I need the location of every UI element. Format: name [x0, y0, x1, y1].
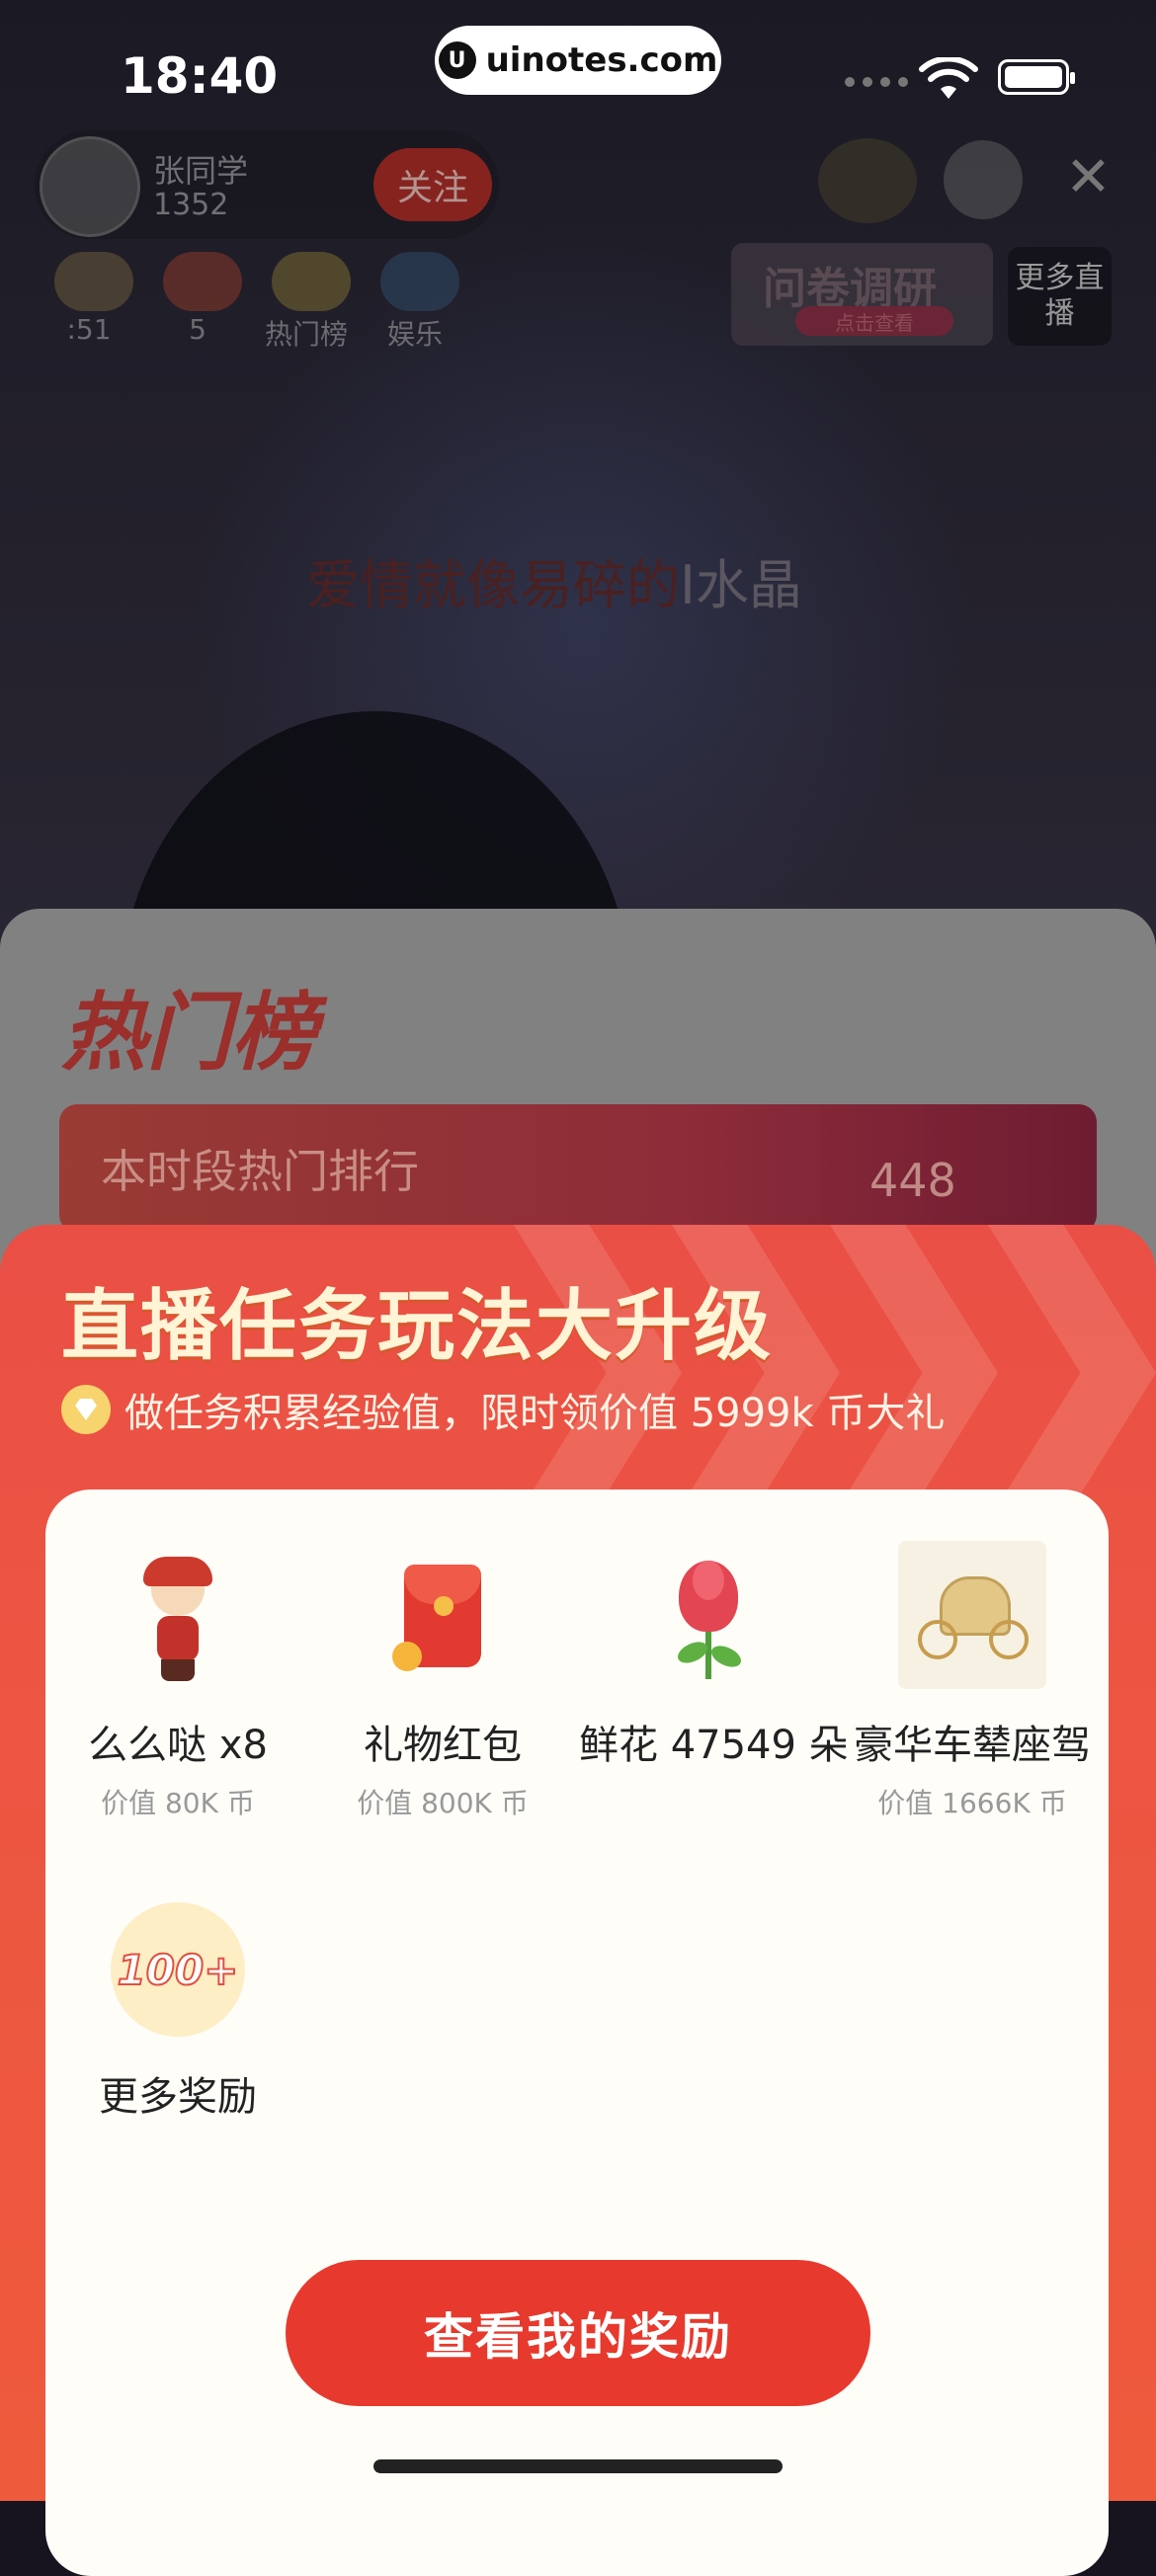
reward-item-more[interactable]: 100+ 更多奖励 [49, 1902, 306, 2122]
view-my-rewards-button[interactable]: 查看我的奖励 [286, 2260, 870, 2406]
host-likes: 1352 [153, 188, 229, 222]
hot-rank-title: 本时段热门排行 [101, 1145, 419, 1198]
reward-name: 么么哒 x8 [88, 1723, 268, 1768]
reward-item[interactable]: 豪华车辇座驾 价值 1666K 币 [844, 1541, 1101, 1821]
live-tags: :51 5 热门榜 娱乐 [44, 252, 459, 353]
battery-icon [998, 59, 1075, 95]
chevron-decoration [988, 1225, 1156, 1521]
task-title: 直播任务玩法大升级 [61, 1282, 774, 1371]
hot-rank-number: 448 [869, 1154, 956, 1207]
reward-name: 更多奖励 [99, 2074, 257, 2120]
home-indicator[interactable] [373, 2459, 783, 2473]
doll-icon [114, 1557, 242, 1685]
host-name: 张同学 [153, 152, 249, 190]
status-bar: 18:40 U uinotes.com [0, 0, 1156, 148]
viewer-avatar[interactable] [944, 140, 1023, 219]
red-envelope-icon [378, 1557, 507, 1685]
top-viewer-avatar[interactable] [818, 138, 917, 223]
chevron-decoration [830, 1225, 998, 1521]
more-rewards-icon: 100+ [111, 1902, 245, 2037]
more-rewards-badge: 100+ [117, 1945, 240, 1995]
task-subtitle-row: 做任务积累经验值，限时领价值 5999k 币大礼 [61, 1381, 945, 1438]
reward-item[interactable]: 鲜花 47549 朵 [579, 1557, 849, 1782]
clock: 18:40 [121, 47, 279, 105]
reward-name: 礼物红包 [364, 1723, 522, 1768]
tag-entertainment[interactable]: 娱乐 [371, 252, 459, 353]
host-avatar[interactable] [40, 136, 140, 237]
diamond-icon [61, 1385, 111, 1434]
url-pill: U uinotes.com [435, 26, 721, 95]
tag-hot-list[interactable]: 热门榜 [262, 252, 351, 353]
reward-name: 豪华车辇座驾 [854, 1723, 1091, 1768]
follow-button[interactable]: 关注 [373, 148, 492, 221]
reward-value: 价值 800K 币 [357, 1787, 529, 1819]
tag-item[interactable]: 5 [153, 252, 242, 353]
reward-value: 价值 1666K 币 [877, 1787, 1067, 1819]
wifi-icon [919, 57, 978, 99]
tag-item[interactable]: :51 [44, 252, 133, 353]
url-text: uinotes.com [485, 40, 718, 80]
survey-view-button[interactable]: 点击查看 [795, 306, 953, 336]
task-subtitle: 做任务积累经验值，限时领价值 5999k 币大礼 [124, 1391, 946, 1436]
site-logo-icon: U [438, 41, 476, 79]
lyric-line: 爱情就像易碎的I水晶 [306, 554, 802, 616]
close-icon[interactable]: ✕ [1065, 150, 1112, 205]
reward-value: 价值 80K 币 [101, 1787, 255, 1819]
rose-icon [643, 1557, 772, 1685]
more-live-button[interactable]: 更多直播 [1008, 247, 1112, 346]
reward-name: 鲜花 47549 朵 [579, 1723, 849, 1768]
hot-list-title: 热门榜 [61, 984, 316, 1083]
carriage-icon [898, 1541, 1046, 1689]
reward-item[interactable]: 么么哒 x8 价值 80K 币 [49, 1557, 306, 1821]
reward-item[interactable]: 礼物红包 价值 800K 币 [314, 1557, 571, 1821]
cellular-signal-icon [845, 77, 908, 87]
